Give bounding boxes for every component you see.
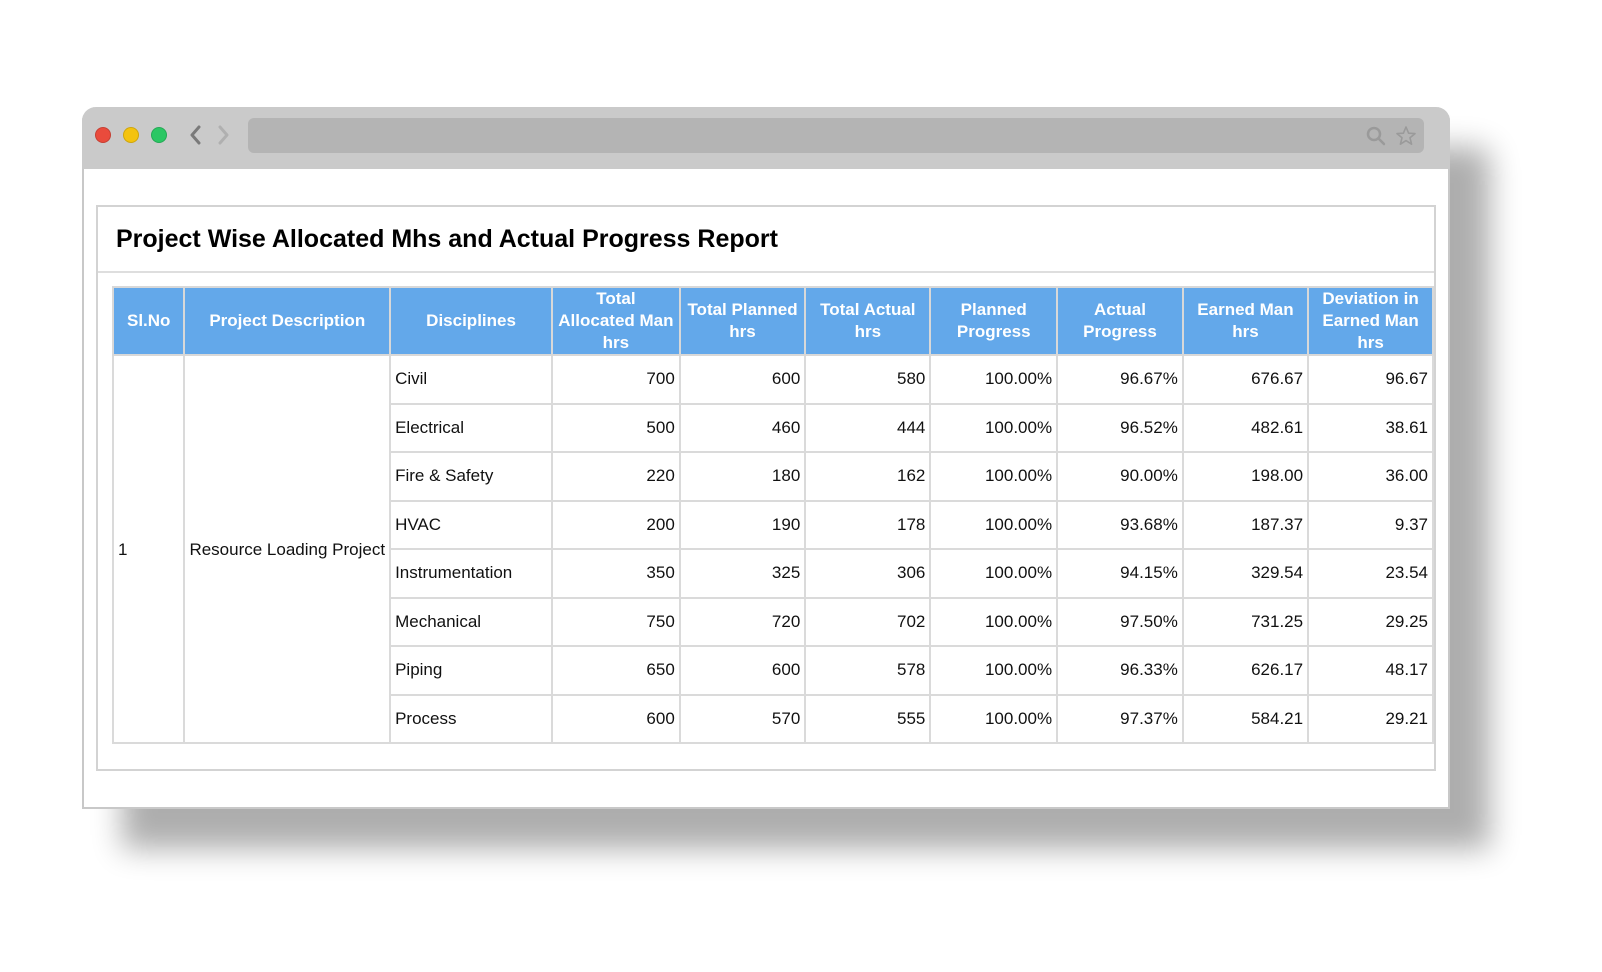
search-icon[interactable]	[1365, 125, 1387, 147]
column-header-project-description[interactable]: Project Description	[183, 286, 392, 356]
deviation-cell: 96.67	[1307, 354, 1434, 405]
sl-no-cell: 1	[111, 354, 186, 744]
actual-cell: 306	[804, 548, 932, 599]
report-table: Sl.No Project Description Disciplines To…	[111, 286, 1434, 744]
deviation-cell: 9.37	[1307, 499, 1434, 550]
allocated-cell: 600	[551, 693, 681, 744]
earned-cell: 187.37	[1181, 499, 1310, 550]
planned-cell: 325	[678, 548, 807, 599]
actual-progress-cell: 96.67%	[1056, 354, 1184, 405]
close-window-button[interactable]	[95, 127, 111, 143]
actual-progress-cell: 93.68%	[1056, 499, 1184, 550]
star-icon[interactable]	[1395, 125, 1417, 147]
deviation-cell: 23.54	[1307, 548, 1434, 599]
discipline-cell: HVAC	[389, 499, 554, 550]
column-header-disciplines[interactable]: Disciplines	[389, 286, 554, 356]
discipline-cell: Civil	[389, 354, 554, 405]
actual-progress-cell: 90.00%	[1056, 451, 1184, 502]
allocated-cell: 750	[551, 596, 681, 647]
earned-cell: 584.21	[1181, 693, 1310, 744]
discipline-cell: Piping	[389, 645, 554, 696]
deviation-cell: 36.00	[1307, 451, 1434, 502]
chevron-left-icon[interactable]	[186, 121, 206, 149]
deviation-cell: 29.21	[1307, 693, 1434, 744]
planned-progress-cell: 100.00%	[929, 596, 1059, 647]
planned-cell: 600	[678, 354, 807, 405]
earned-cell: 198.00	[1181, 451, 1310, 502]
actual-progress-cell: 96.33%	[1056, 645, 1184, 696]
planned-cell: 460	[678, 402, 807, 453]
allocated-cell: 200	[551, 499, 681, 550]
minimize-window-button[interactable]	[123, 127, 139, 143]
column-header-earned-man-hrs[interactable]: Earned Man hrs	[1181, 286, 1310, 356]
column-header-actual-progress[interactable]: Actual Progress	[1056, 286, 1184, 356]
deviation-cell: 38.61	[1307, 402, 1434, 453]
discipline-cell: Process	[389, 693, 554, 744]
actual-cell: 178	[804, 499, 932, 550]
column-header-total-planned[interactable]: Total Planned hrs	[678, 286, 807, 356]
actual-progress-cell: 97.50%	[1056, 596, 1184, 647]
planned-progress-cell: 100.00%	[929, 548, 1059, 599]
deviation-cell: 29.25	[1307, 596, 1434, 647]
project-description-cell: Resource Loading Project	[183, 354, 392, 744]
report-panel: Project Wise Allocated Mhs and Actual Pr…	[96, 205, 1436, 771]
actual-cell: 162	[804, 451, 932, 502]
earned-cell: 676.67	[1181, 354, 1310, 405]
planned-cell: 180	[678, 451, 807, 502]
column-header-total-allocated[interactable]: Total Allocated Man hrs	[551, 286, 681, 356]
planned-cell: 600	[678, 645, 807, 696]
browser-titlebar	[82, 107, 1450, 169]
report-title: Project Wise Allocated Mhs and Actual Pr…	[116, 225, 778, 253]
planned-progress-cell: 100.00%	[929, 693, 1059, 744]
discipline-cell: Fire & Safety	[389, 451, 554, 502]
discipline-cell: Electrical	[389, 402, 554, 453]
actual-cell: 578	[804, 645, 932, 696]
planned-cell: 570	[678, 693, 807, 744]
planned-progress-cell: 100.00%	[929, 645, 1059, 696]
address-bar[interactable]	[248, 118, 1424, 153]
allocated-cell: 220	[551, 451, 681, 502]
actual-cell: 702	[804, 596, 932, 647]
actual-cell: 555	[804, 693, 932, 744]
planned-progress-cell: 100.00%	[929, 451, 1059, 502]
allocated-cell: 500	[551, 402, 681, 453]
table-header-row: Sl.No Project Description Disciplines To…	[111, 286, 1434, 356]
earned-cell: 626.17	[1181, 645, 1310, 696]
allocated-cell: 650	[551, 645, 681, 696]
discipline-cell: Mechanical	[389, 596, 554, 647]
column-header-planned-progress[interactable]: Planned Progress	[929, 286, 1059, 356]
planned-progress-cell: 100.00%	[929, 354, 1059, 405]
actual-progress-cell: 97.37%	[1056, 693, 1184, 744]
planned-progress-cell: 100.00%	[929, 402, 1059, 453]
actual-cell: 580	[804, 354, 932, 405]
earned-cell: 731.25	[1181, 596, 1310, 647]
planned-cell: 190	[678, 499, 807, 550]
browser-window: Project Wise Allocated Mhs and Actual Pr…	[82, 107, 1450, 809]
discipline-cell: Instrumentation	[389, 548, 554, 599]
earned-cell: 482.61	[1181, 402, 1310, 453]
planned-cell: 720	[678, 596, 807, 647]
column-header-total-actual[interactable]: Total Actual hrs	[804, 286, 932, 356]
actual-progress-cell: 94.15%	[1056, 548, 1184, 599]
column-header-sl-no[interactable]: Sl.No	[111, 286, 186, 356]
url-input[interactable]	[258, 124, 1342, 148]
table-row: 1 Resource Loading Project Civil 700 600…	[111, 354, 1434, 744]
actual-cell: 444	[804, 402, 932, 453]
title-divider	[98, 271, 1434, 273]
allocated-cell: 350	[551, 548, 681, 599]
planned-progress-cell: 100.00%	[929, 499, 1059, 550]
column-header-deviation[interactable]: Deviation in Earned Man hrs	[1307, 286, 1434, 356]
actual-progress-cell: 96.52%	[1056, 402, 1184, 453]
deviation-cell: 48.17	[1307, 645, 1434, 696]
earned-cell: 329.54	[1181, 548, 1310, 599]
allocated-cell: 700	[551, 354, 681, 405]
chevron-right-icon[interactable]	[213, 121, 233, 149]
maximize-window-button[interactable]	[151, 127, 167, 143]
